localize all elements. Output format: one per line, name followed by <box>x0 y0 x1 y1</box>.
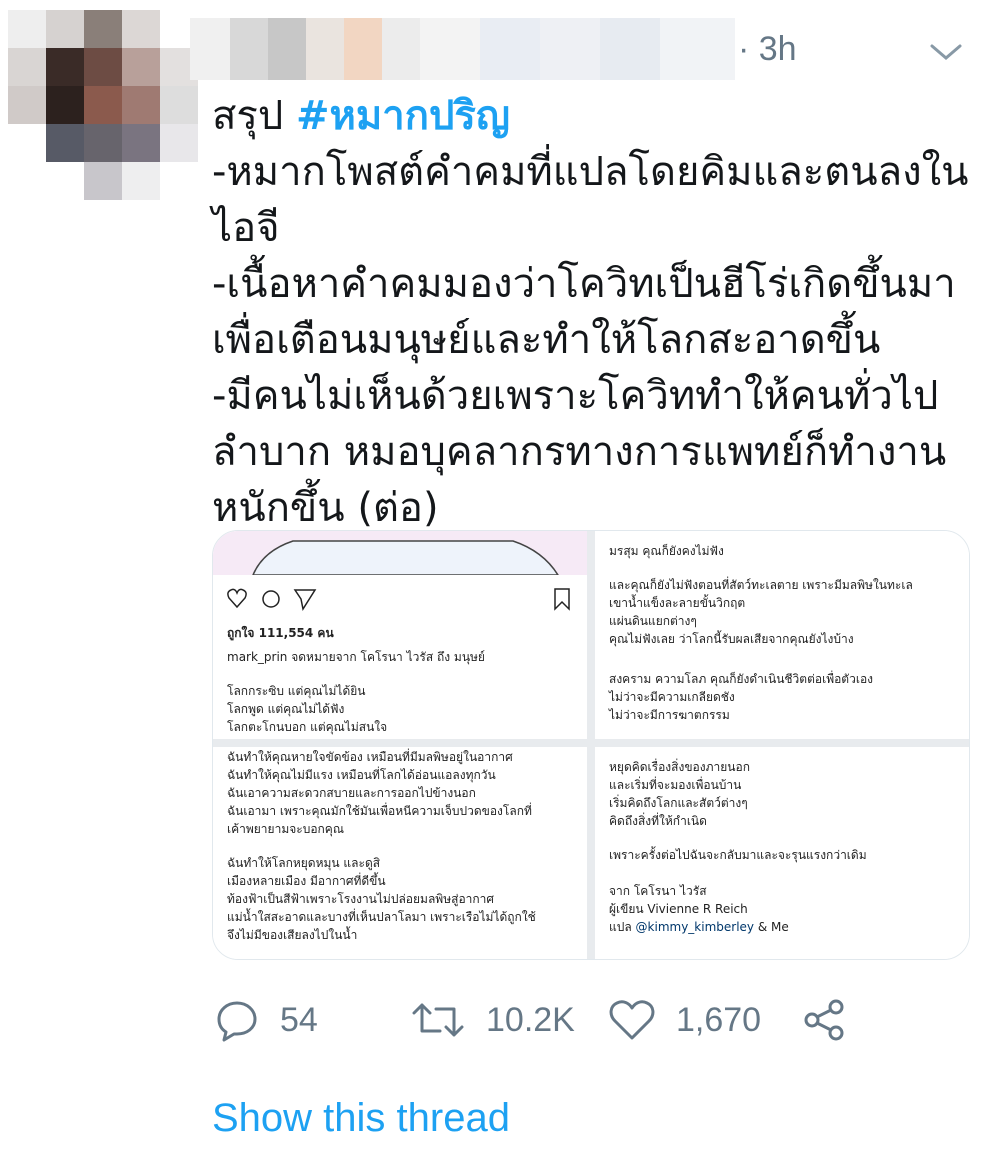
reply-count: 54 <box>280 1000 318 1039</box>
share-icon <box>804 999 844 1041</box>
poem-line: ฉันเอามา เพราะคุณมักใช้มันเพื่อหนีความเจ… <box>227 804 532 818</box>
poem-line: สงคราม ความโลภ คุณก็ยังดำเนินชีวิตต่อเพื… <box>609 672 874 686</box>
translator-credit: แปล @kimmy_kimberley & Me <box>609 919 789 936</box>
illustration-image <box>213 531 587 575</box>
poem-line: จาก โคโรนา ไวรัส <box>609 884 707 898</box>
poem-line: โลกพูด แต่คุณไม่ได้ฟัง <box>227 702 345 716</box>
poem-line: โลกกระซิบ แต่คุณไม่ได้ยิน <box>227 684 366 698</box>
poem-line: ฉันทำให้คุณหายใจขัดข้อง เหมือนที่มีมลพิษ… <box>227 750 513 764</box>
chevron-down-icon[interactable] <box>928 40 964 64</box>
poem-line: เพราะครั้งต่อไปฉันจะกลับมาและจะรุนแรงกว่… <box>609 848 867 862</box>
tweet-line: -มีคนไม่เห็นด้วยเพราะโควิททำให้คนทั่วไป <box>212 373 939 419</box>
tweet-text: สรุป #หมากปริญ -หมากโพสต์คำคมที่แปลโดยคิ… <box>212 88 982 536</box>
tweet-line: หนักขึ้น (ต่อ) <box>212 485 439 531</box>
tweet-line: -หมากโพสต์คำคมที่แปลโดยคิมและตนลงใน <box>212 149 969 195</box>
media-image-4[interactable]: หยุดคิดเรื่องสิ่งของภายนอก และเริ่มที่จะ… <box>595 747 969 959</box>
tweet-line: ลำบาก หมอบุคลากรทางการแพทย์ก็ทำงาน <box>212 429 947 475</box>
poem-line: แม่น้ำใสสะอาดและบางที่เห็นปลาโลมา เพราะเ… <box>227 910 536 924</box>
like-count: 1,670 <box>676 1000 762 1039</box>
credit-suffix: & Me <box>754 920 789 934</box>
bookmark-icon <box>554 588 570 611</box>
hashtag-link[interactable]: #หมากปริญ <box>296 93 510 139</box>
poem-line: เค้าพยายามจะบอกคุณ <box>227 822 344 836</box>
poem-line: หยุดคิดเรื่องสิ่งของภายนอก <box>609 760 750 774</box>
share-button[interactable] <box>800 992 848 1048</box>
tweet-line: เพื่อเตือนมนุษย์และทำให้โลกสะอาดขึ้น <box>212 317 881 363</box>
show-thread-link[interactable]: Show this thread <box>212 1096 510 1141</box>
poem-line: ฉันทำให้คุณไม่มีแรง เหมือนที่โลกได้อ่อนแ… <box>227 768 496 782</box>
poem-line: แผ่นดินแยกต่างๆ <box>609 614 697 628</box>
instagram-likes: ถูกใจ 111,554 คน <box>227 626 334 640</box>
like-icon <box>609 1000 655 1040</box>
send-icon <box>293 589 317 611</box>
poem-line: คุณไม่ฟังเลย ว่าโลกนี้รับผลเสียจากคุณยัง… <box>609 632 854 646</box>
poem-line: เริ่มคิดถึงโลกและสัตว์ต่างๆ <box>609 796 748 810</box>
credit-prefix: แปล <box>609 920 636 934</box>
reply-button[interactable]: 54 <box>214 992 318 1048</box>
retweet-button[interactable]: 10.2K <box>410 992 575 1048</box>
poem-line: ฉันทำให้โลกหยุดหมุน และดูสิ <box>227 856 381 870</box>
tweet-actions: 54 10.2K 1,670 <box>212 992 972 1048</box>
media-image-3[interactable]: ฉันทำให้คุณหายใจขัดข้อง เหมือนที่มีมลพิษ… <box>213 747 587 959</box>
media-image-2[interactable]: มรสุม คุณก็ยังคงไม่ฟัง และคุณก็ยังไม่ฟัง… <box>595 531 969 739</box>
poem-line: เขาน้ำแข็งละลายขั้นวิกฤต <box>609 596 746 610</box>
heart-icon <box>227 588 247 609</box>
poem-line: จึงไม่มีของเสียลงไปในน้ำ <box>227 928 358 942</box>
credit-mention: @kimmy_kimberley <box>635 920 755 934</box>
media-image-1[interactable]: ถูกใจ 111,554 คน mark_prin จดหมายจาก โคโ… <box>213 531 587 739</box>
poem-line: และคุณก็ยังไม่ฟังตอนที่สัตว์ทะเลตาย เพรา… <box>609 578 913 592</box>
poem-line: มรสุม คุณก็ยังคงไม่ฟัง <box>609 544 724 558</box>
tweet-media-grid[interactable]: ถูกใจ 111,554 คน mark_prin จดหมายจาก โคโ… <box>212 530 970 960</box>
instagram-caption: mark_prin จดหมายจาก โคโรนา ไวรัส ถึง มนุ… <box>227 650 485 664</box>
retweet-count: 10.2K <box>486 1000 575 1039</box>
user-name-blurred[interactable] <box>190 18 735 80</box>
tweet-line: สรุป #หมากปริญ <box>212 88 982 144</box>
tweet-line: -เนื้อหาคำคมมองว่าโควิทเป็นฮีโร่เกิดขึ้น… <box>212 261 956 307</box>
poem-line: เมืองหลายเมือง มีอากาศที่ดีขึ้น <box>227 874 386 888</box>
poem-line: โลกตะโกนบอก แต่คุณไม่สนใจ <box>227 720 388 734</box>
poem-line: ผู้เขียน Vivienne R Reich <box>609 902 748 916</box>
grid-divider <box>587 531 595 959</box>
retweet-icon <box>412 1003 464 1037</box>
poem-line: ฉันเอาความสะดวกสบายและการออกไปข้างนอก <box>227 786 476 800</box>
poem-line: และเริ่มที่จะมองเพื่อนบ้าน <box>609 778 742 792</box>
tweet-timestamp[interactable]: · 3h <box>738 30 797 69</box>
tweet-line: ไอจี <box>212 205 280 251</box>
tweet-text-prefix: สรุป <box>212 93 297 139</box>
poem-line: คิดถึงสิ่งที่ให้กำเนิด <box>609 814 707 828</box>
like-button[interactable]: 1,670 <box>608 992 761 1048</box>
poem-line: ไม่ว่าจะมีการฆาตกรรม <box>609 708 730 722</box>
poem-line: ไม่ว่าจะมีความเกลียดชัง <box>609 690 735 704</box>
instagram-actions <box>227 587 577 611</box>
reply-icon <box>217 1001 257 1042</box>
comment-icon <box>262 590 280 608</box>
avatar[interactable] <box>6 10 198 210</box>
poem-line: ท้องฟ้าเป็นสีฟ้าเพราะโรงงานไม่ปล่อยมลพิษ… <box>227 892 495 906</box>
